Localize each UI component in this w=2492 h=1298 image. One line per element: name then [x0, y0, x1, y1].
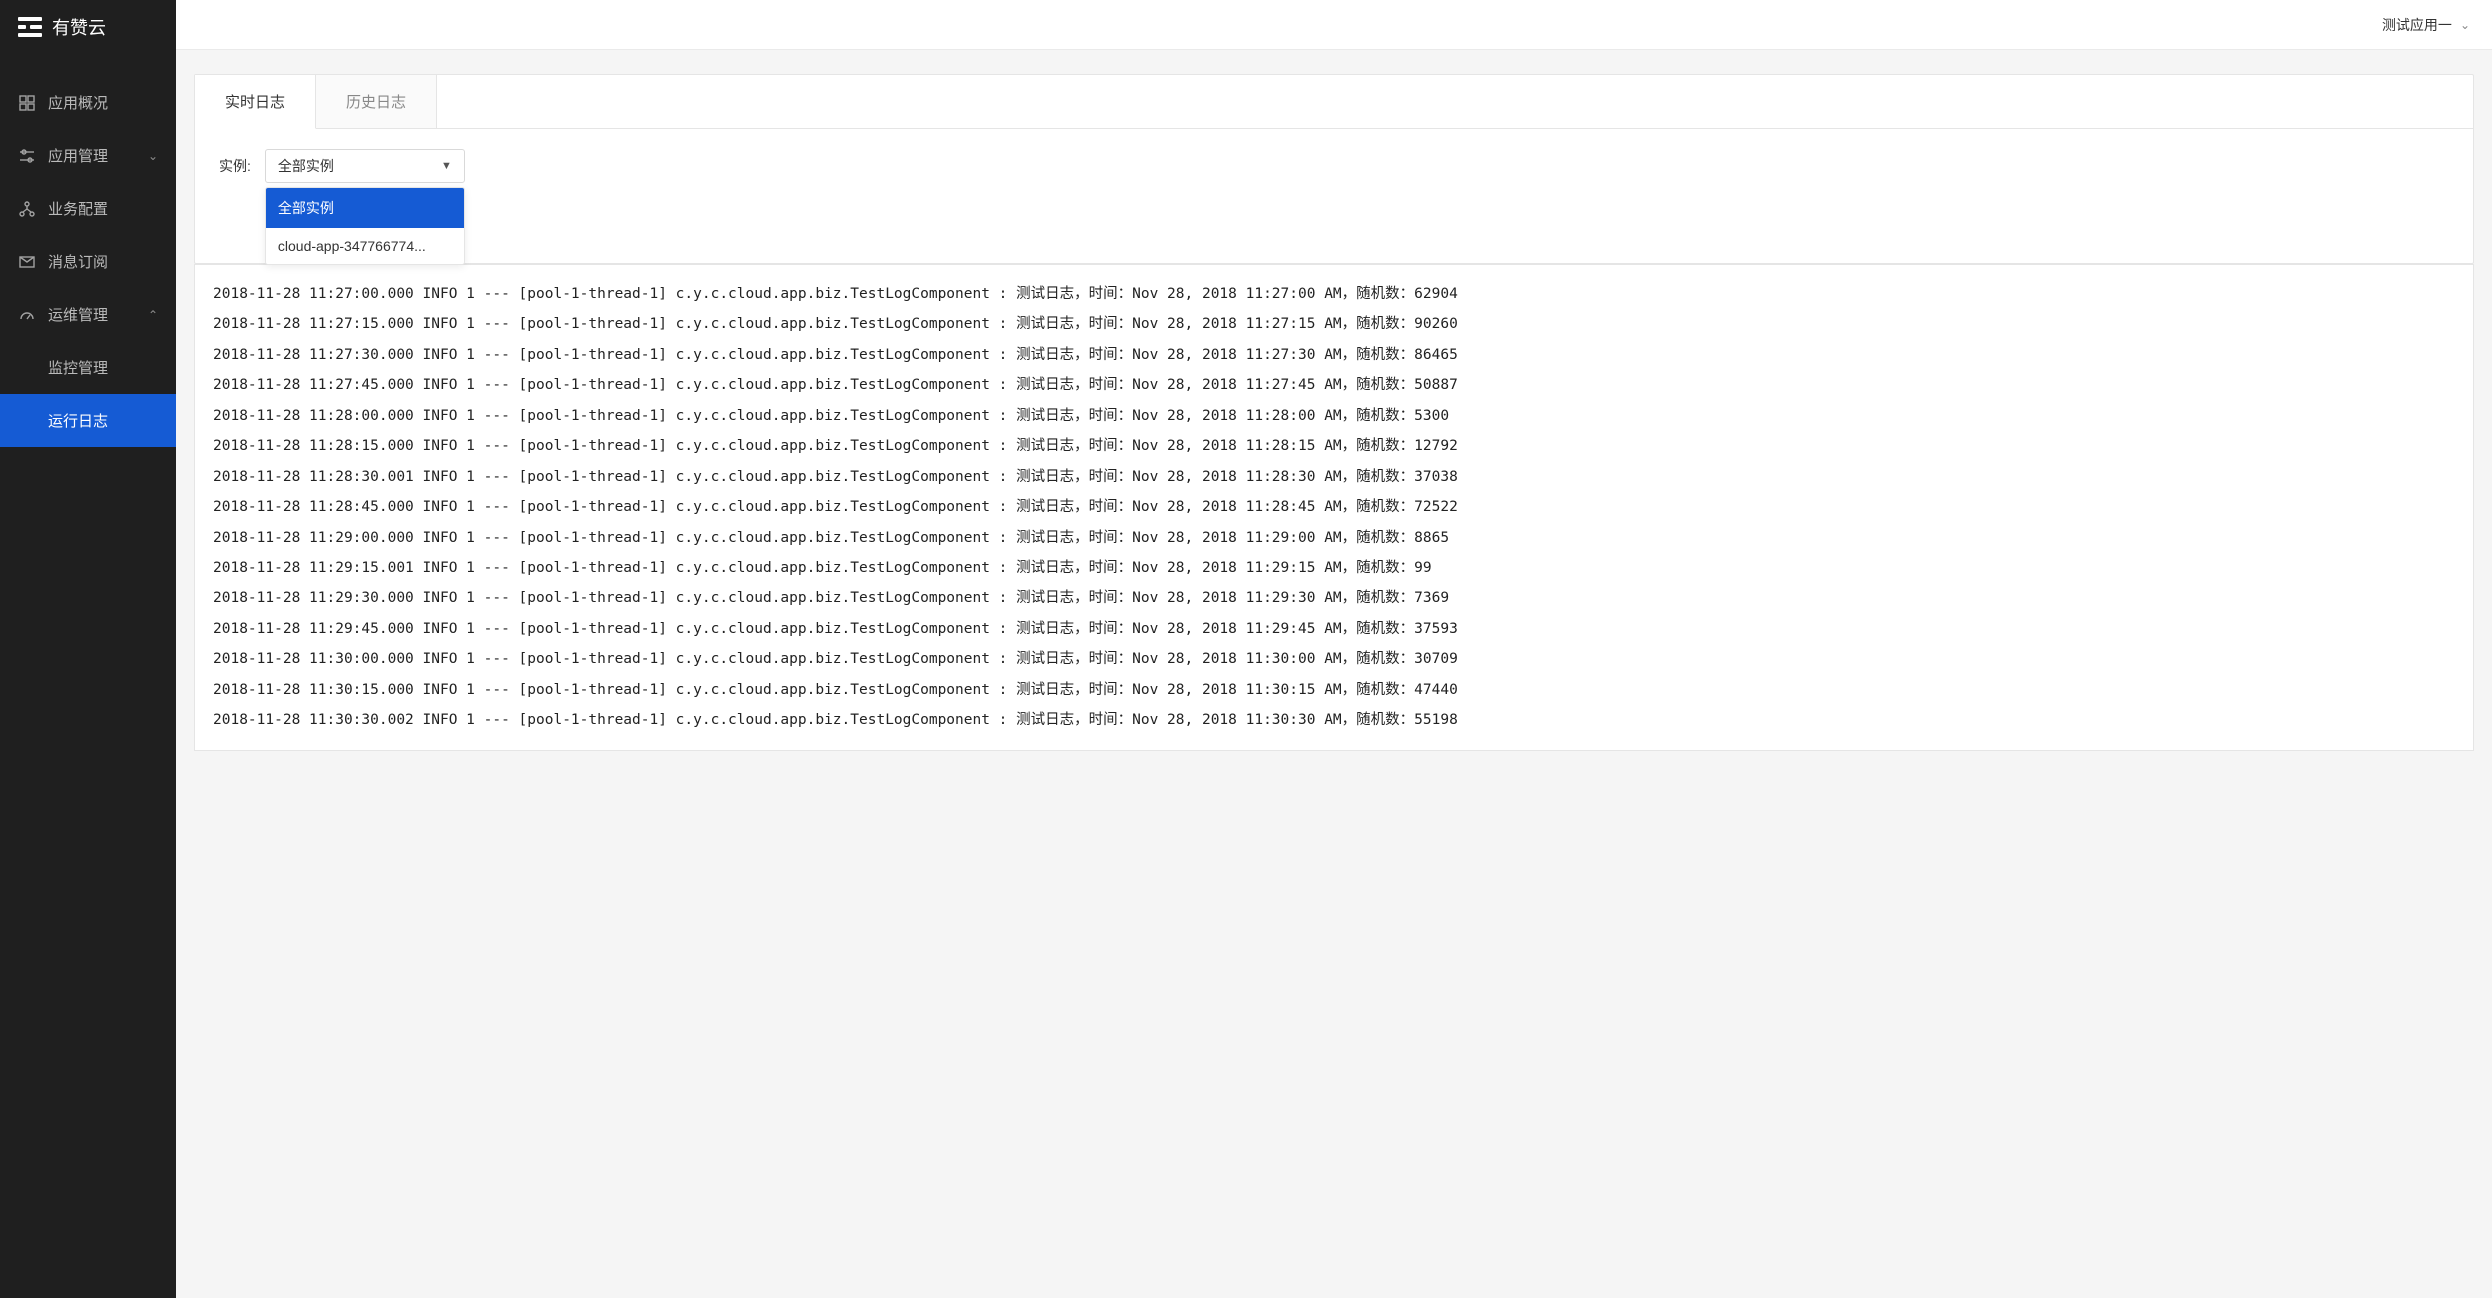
log-line: 2018-11-28 11:27:30.000 INFO 1 --- [pool…	[213, 340, 2455, 370]
log-line: 2018-11-28 11:28:45.000 INFO 1 --- [pool…	[213, 492, 2455, 522]
log-line: 2018-11-28 11:29:15.001 INFO 1 --- [pool…	[213, 553, 2455, 583]
sliders-icon	[18, 147, 36, 165]
nodes-icon	[18, 200, 36, 218]
sidebar-item-biz-config[interactable]: 业务配置	[0, 182, 176, 235]
mail-icon	[18, 253, 36, 271]
log-line: 2018-11-28 11:28:15.000 INFO 1 --- [pool…	[213, 431, 2455, 461]
sidebar-item-label: 消息订阅	[48, 251, 108, 272]
instance-dropdown: 全部实例 cloud-app-347766774...	[265, 187, 465, 265]
sidebar-item-label: 业务配置	[48, 198, 108, 219]
topbar: 测试应用一 ⌄	[176, 0, 2492, 50]
chevron-up-icon: ⌃	[148, 308, 158, 322]
tab-label: 历史日志	[346, 94, 406, 111]
log-line: 2018-11-28 11:30:00.000 INFO 1 --- [pool…	[213, 644, 2455, 674]
sidebar-subitem-label: 监控管理	[48, 360, 108, 377]
chevron-down-icon: ⌄	[148, 149, 158, 163]
log-card: 实时日志 历史日志 实例: 全部实例 ▼	[194, 74, 2474, 264]
main-area: 测试应用一 ⌄ 实时日志 历史日志 实例: 全部	[176, 0, 2492, 1298]
option-label: 全部实例	[278, 200, 334, 216]
sidebar-item-label: 运维管理	[48, 304, 108, 325]
log-line: 2018-11-28 11:29:30.000 INFO 1 --- [pool…	[213, 583, 2455, 613]
log-line: 2018-11-28 11:29:45.000 INFO 1 --- [pool…	[213, 614, 2455, 644]
dropdown-option-instance[interactable]: cloud-app-347766774...	[266, 228, 464, 264]
sidebar-subitem-label: 运行日志	[48, 413, 108, 430]
log-line: 2018-11-28 11:27:15.000 INFO 1 --- [pool…	[213, 309, 2455, 339]
chevron-down-icon: ⌄	[2460, 18, 2470, 32]
app-switcher[interactable]: 测试应用一 ⌄	[2382, 15, 2470, 35]
tab-label: 实时日志	[225, 94, 285, 111]
instance-select[interactable]: 全部实例 ▼	[265, 149, 465, 183]
sidebar-item-label: 应用管理	[48, 145, 108, 166]
sidebar: 有赞云 应用概况 应用管理 ⌄ 业务配置	[0, 0, 176, 1298]
sidebar-item-label: 应用概况	[48, 92, 108, 113]
filter-instance-label: 实例:	[219, 156, 251, 176]
sidebar-nav: 应用概况 应用管理 ⌄ 业务配置 消息订阅	[0, 54, 176, 447]
sidebar-subitem-runlog[interactable]: 运行日志	[0, 394, 176, 447]
sidebar-item-message-sub[interactable]: 消息订阅	[0, 235, 176, 288]
option-label: cloud-app-347766774...	[278, 238, 426, 254]
sidebar-item-overview[interactable]: 应用概况	[0, 76, 176, 129]
dashboard-icon	[18, 94, 36, 112]
log-line: 2018-11-28 11:27:45.000 INFO 1 --- [pool…	[213, 370, 2455, 400]
brand-name: 有赞云	[52, 14, 106, 40]
sidebar-item-ops-manage[interactable]: 运维管理 ⌃	[0, 288, 176, 341]
gauge-icon	[18, 306, 36, 324]
tab-history-log[interactable]: 历史日志	[316, 75, 437, 128]
sidebar-item-app-manage[interactable]: 应用管理 ⌄	[0, 129, 176, 182]
select-value: 全部实例	[278, 156, 334, 176]
log-line: 2018-11-28 11:30:30.002 INFO 1 --- [pool…	[213, 705, 2455, 735]
dropdown-option-all[interactable]: 全部实例	[266, 188, 464, 228]
tabs: 实时日志 历史日志	[195, 75, 2473, 129]
tab-realtime-log[interactable]: 实时日志	[195, 75, 316, 129]
app-switcher-label: 测试应用一	[2382, 15, 2452, 35]
filter-bar: 实例: 全部实例 ▼ 全部实例 cloud-app-347766774...	[195, 129, 2473, 263]
log-line: 2018-11-28 11:28:30.001 INFO 1 --- [pool…	[213, 462, 2455, 492]
logo-icon	[18, 17, 42, 37]
caret-down-icon: ▼	[441, 160, 452, 172]
log-line: 2018-11-28 11:27:00.000 INFO 1 --- [pool…	[213, 279, 2455, 309]
brand-logo: 有赞云	[0, 0, 176, 54]
log-line: 2018-11-28 11:28:00.000 INFO 1 --- [pool…	[213, 401, 2455, 431]
log-line: 2018-11-28 11:30:15.000 INFO 1 --- [pool…	[213, 675, 2455, 705]
sidebar-subitem-monitor[interactable]: 监控管理	[0, 341, 176, 394]
log-output[interactable]: 2018-11-28 11:27:00.000 INFO 1 --- [pool…	[194, 264, 2474, 751]
log-line: 2018-11-28 11:29:00.000 INFO 1 --- [pool…	[213, 523, 2455, 553]
